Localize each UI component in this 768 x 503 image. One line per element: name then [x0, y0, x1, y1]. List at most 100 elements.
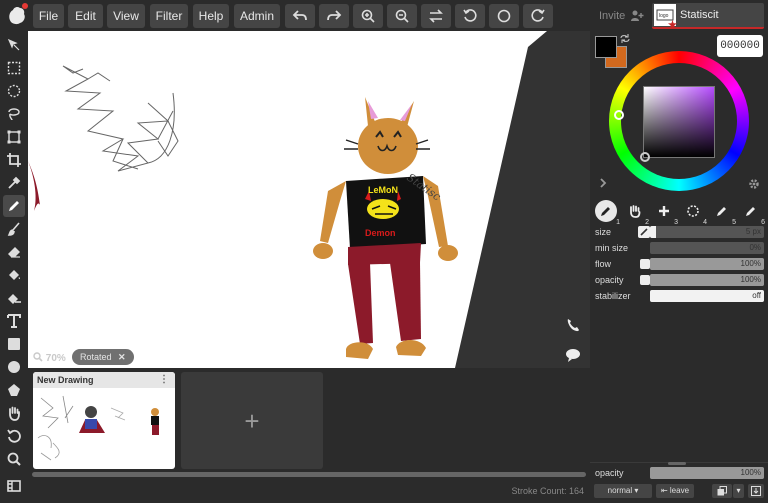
app-logo-icon[interactable] — [4, 2, 30, 29]
dotted-circle-icon — [687, 205, 699, 217]
rotate-right-button[interactable] — [523, 4, 553, 28]
shape-tool[interactable] — [3, 379, 25, 401]
blend-mode-select[interactable]: normal ▾ — [594, 484, 652, 498]
rotated-tag[interactable]: Rotated ✕ — [72, 349, 134, 365]
select-rect-tool[interactable] — [3, 57, 25, 79]
eraser-tool[interactable] — [3, 241, 25, 263]
circle-icon — [497, 9, 511, 23]
opacity-slider[interactable]: 100% — [650, 274, 764, 286]
size-setting[interactable]: size 5 px — [595, 226, 765, 238]
undo-button[interactable] — [285, 4, 315, 28]
brush-preset-4[interactable]: 4 — [682, 200, 707, 226]
file-name: New Drawing — [37, 375, 94, 385]
stabilizer-setting[interactable]: stabilizer off — [595, 290, 765, 302]
flow-checkbox[interactable] — [640, 259, 650, 269]
rotate-tool[interactable] — [3, 425, 25, 447]
gradient-icon — [8, 294, 21, 304]
brush-tool[interactable] — [3, 218, 25, 240]
select-rect-icon — [7, 61, 21, 75]
flip-button[interactable] — [421, 4, 451, 28]
crop-tool[interactable] — [3, 149, 25, 171]
pen-icon — [746, 207, 755, 216]
merge-down-icon — [751, 486, 761, 496]
lasso-tool[interactable] — [3, 103, 25, 125]
brush-preset-3[interactable]: 3 — [653, 200, 678, 226]
text-tool[interactable] — [3, 310, 25, 332]
zoom-in-button[interactable] — [353, 4, 383, 28]
min-size-slider[interactable]: 0% — [650, 242, 764, 254]
resize-handle[interactable] — [668, 462, 686, 465]
crop-icon — [7, 153, 21, 167]
brush-preset-5[interactable]: 5 — [711, 200, 736, 226]
rectangle-icon — [8, 338, 20, 350]
eyedropper-tool[interactable] — [3, 172, 25, 194]
ellipse-tool[interactable] — [3, 356, 25, 378]
move-tool[interactable] — [3, 34, 25, 56]
gradient-tool[interactable] — [3, 287, 25, 309]
hex-color-input[interactable]: 000000 — [717, 35, 763, 57]
leave-button[interactable]: ⇤ leave — [656, 484, 694, 498]
flow-slider[interactable]: 100% — [650, 258, 764, 270]
brush-number: 4 — [703, 219, 707, 226]
drawing-canvas[interactable]: LeMoN Demon Statisc 70% Rotated ✕ — [28, 31, 590, 368]
file-browser-scrollbar[interactable] — [32, 472, 586, 477]
flow-setting[interactable]: flow 100% — [595, 258, 765, 270]
pressure-icon[interactable] — [638, 226, 650, 238]
swap-colors-icon[interactable] — [620, 34, 630, 43]
opacity-checkbox[interactable] — [640, 275, 650, 285]
brush-preset-2[interactable]: 2 — [624, 200, 649, 226]
leave-icon: ⇤ — [660, 486, 668, 495]
hue-handle[interactable] — [614, 110, 624, 120]
zoom-out-button[interactable] — [387, 4, 417, 28]
size-value: 5 px — [745, 227, 761, 236]
phone-icon[interactable] — [565, 317, 581, 333]
reset-rotation-icon[interactable]: ✕ — [118, 352, 126, 362]
chevron-right-icon[interactable] — [599, 178, 607, 188]
rectangle-tool[interactable] — [3, 333, 25, 355]
eraser-icon — [8, 247, 20, 258]
merge-layer-button[interactable] — [748, 484, 764, 498]
menu-file[interactable]: File — [33, 4, 64, 28]
transform-tool[interactable] — [3, 126, 25, 148]
redo-button[interactable] — [319, 4, 349, 28]
invite-button[interactable]: Invite — [599, 10, 625, 22]
layer-opacity-slider[interactable]: 100% — [650, 467, 764, 479]
reset-rotation-button[interactable] — [489, 4, 519, 28]
layer-opacity-setting[interactable]: opacity 100% — [595, 467, 765, 479]
opacity-setting[interactable]: opacity 100% — [595, 274, 765, 286]
rotate-left-button[interactable] — [455, 4, 485, 28]
saturation-value-picker[interactable] — [643, 86, 715, 158]
frames-tool[interactable] — [3, 475, 25, 497]
eyedropper-icon — [8, 176, 21, 189]
menu-filter[interactable]: Filter — [150, 4, 188, 28]
zoom-indicator[interactable]: 70% — [33, 352, 66, 364]
chat-icon[interactable] — [565, 347, 581, 363]
min-size-setting[interactable]: min size 0% — [595, 242, 765, 254]
zoom-in-icon — [361, 9, 375, 23]
add-user-icon[interactable] — [630, 10, 644, 22]
primary-color-swatch[interactable] — [595, 36, 617, 58]
menu-view[interactable]: View — [107, 4, 145, 28]
select-ellipse-tool[interactable] — [3, 80, 25, 102]
gear-icon[interactable] — [748, 178, 760, 190]
stabilizer-slider[interactable]: off — [650, 290, 764, 302]
menu-admin[interactable]: Admin — [234, 4, 280, 28]
hand-tool[interactable] — [3, 402, 25, 424]
duplicate-layer-button[interactable] — [712, 484, 732, 498]
undo-icon — [292, 10, 307, 21]
color-handle[interactable] — [640, 152, 650, 162]
menu-edit[interactable]: Edit — [68, 4, 103, 28]
layer-menu-chevron-icon[interactable]: ▾ — [733, 484, 744, 498]
brush-preset-1[interactable]: 1 — [595, 200, 620, 226]
fill-tool[interactable] — [3, 264, 25, 286]
new-file-button[interactable]: + — [181, 372, 323, 469]
pen-tool[interactable] — [3, 195, 25, 217]
drawing-file-card[interactable]: New Drawing ⋮ — [33, 372, 175, 469]
brush-preset-6[interactable]: 6 — [740, 200, 765, 226]
kebab-menu-icon[interactable]: ⋮ — [159, 372, 169, 388]
size-slider[interactable]: 5 px — [650, 226, 764, 238]
zoom-tool[interactable] — [3, 448, 25, 470]
menu-help[interactable]: Help — [193, 4, 229, 28]
rotated-label: Rotated — [80, 352, 112, 362]
user-chip[interactable]: logo Statiscit — [652, 3, 764, 29]
